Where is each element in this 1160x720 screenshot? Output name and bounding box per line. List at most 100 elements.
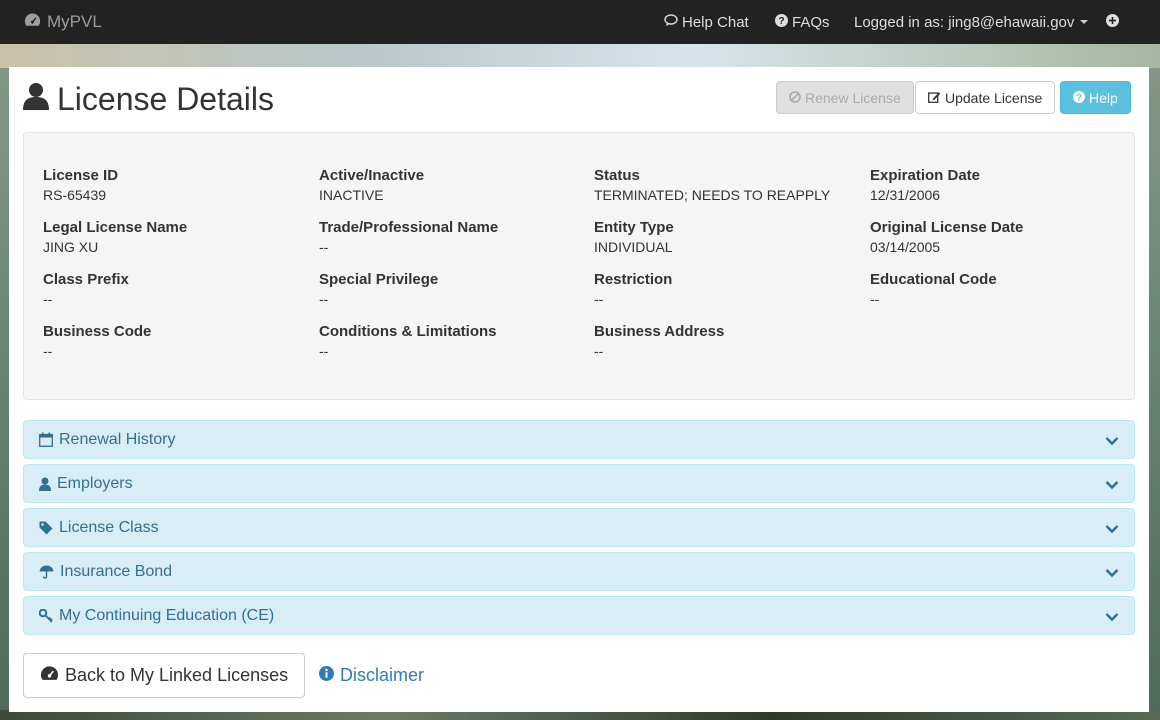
- ban-icon: [789, 90, 805, 106]
- field-original-date: Original License Date 03/14/2005: [870, 219, 1130, 257]
- umbrella-icon: [39, 565, 54, 579]
- field-label: Class Prefix: [43, 271, 129, 288]
- field-label: Active/Inactive: [319, 167, 425, 184]
- back-label: Back to My Linked Licenses: [65, 665, 289, 685]
- field-label: Business Address: [594, 323, 725, 340]
- field-label: Original License Date: [870, 219, 1024, 236]
- field-value: --: [319, 343, 329, 359]
- field-restriction: Restriction --: [594, 271, 854, 309]
- field-label: Trade/Professional Name: [319, 219, 499, 236]
- accordion-label: My Continuing Education (CE): [59, 606, 275, 624]
- renew-license-label: Renew License: [805, 89, 901, 106]
- faqs-label: FAQs: [792, 13, 830, 31]
- field-educational-code: Educational Code --: [870, 271, 1130, 309]
- field-class-prefix: Class Prefix --: [43, 271, 303, 309]
- back-to-linked-licenses-button[interactable]: Back to My Linked Licenses: [23, 653, 306, 698]
- chevron-down-icon: [1105, 433, 1119, 451]
- field-value: --: [870, 291, 880, 307]
- add-button[interactable]: [1106, 0, 1123, 44]
- field-license-id: License ID RS-65439: [43, 167, 303, 205]
- update-license-label: Update License: [945, 89, 1043, 106]
- info-circle-icon: [319, 665, 340, 686]
- accordion-label: Insurance Bond: [60, 562, 173, 580]
- field-value: TERMINATED; NEEDS TO REAPPLY: [594, 187, 831, 203]
- field-entity-type: Entity Type INDIVIDUAL: [594, 219, 854, 257]
- update-license-button[interactable]: Update License: [915, 81, 1056, 114]
- user-icon: [23, 81, 57, 118]
- accordion-license-class[interactable]: License Class: [23, 508, 1135, 547]
- license-details-well: License ID RS-65439 Active/Inactive INAC…: [23, 132, 1135, 400]
- field-label: Educational Code: [870, 271, 997, 288]
- field-value: --: [319, 291, 329, 307]
- edit-icon: [928, 90, 945, 106]
- help-button[interactable]: ? Help: [1060, 81, 1131, 114]
- svg-text:?: ?: [1076, 92, 1082, 103]
- field-label: Status: [594, 167, 640, 184]
- page-title-label: License Details: [57, 81, 274, 117]
- accordion-continuing-education[interactable]: My Continuing Education (CE): [23, 596, 1135, 635]
- accordion-renewal-history[interactable]: Renewal History: [23, 420, 1135, 459]
- field-expiration: Expiration Date 12/31/2006: [870, 167, 1130, 205]
- user-icon: [39, 477, 51, 491]
- chevron-down-icon: [1105, 477, 1119, 495]
- accordion-employers[interactable]: Employers: [23, 464, 1135, 503]
- brand-label: MyPVL: [47, 12, 102, 31]
- caret-down-icon: [1080, 20, 1089, 24]
- accordion-label: License Class: [59, 518, 159, 536]
- question-circle-icon: ?: [775, 13, 792, 31]
- field-value: JING XU: [43, 239, 99, 255]
- account-dropdown[interactable]: Logged in as: jing8@ehawaii.gov: [854, 0, 1089, 44]
- field-label: Conditions & Limitations: [319, 323, 497, 340]
- field-conditions: Conditions & Limitations --: [319, 323, 579, 361]
- chevron-down-icon: [1105, 565, 1119, 583]
- svg-text:?: ?: [778, 16, 784, 27]
- brand-link[interactable]: MyPVL: [24, 0, 102, 44]
- disclaimer-link[interactable]: Disclaimer: [319, 653, 424, 698]
- field-label: Special Privilege: [319, 271, 439, 288]
- faqs-link[interactable]: ? FAQs: [775, 0, 830, 44]
- field-active: Active/Inactive INACTIVE: [319, 167, 579, 205]
- page-title: License Details: [23, 81, 274, 118]
- chevron-down-icon: [1105, 521, 1119, 539]
- field-label: Expiration Date: [870, 167, 981, 184]
- disclaimer-label: Disclaimer: [340, 665, 425, 685]
- field-trade-name: Trade/Professional Name --: [319, 219, 579, 257]
- question-circle-icon: ?: [1073, 90, 1089, 106]
- accordion-label: Employers: [57, 474, 133, 492]
- background-image: [0, 44, 1160, 68]
- help-label: Help: [1089, 89, 1118, 106]
- tag-icon: [39, 521, 53, 535]
- field-special-privilege: Special Privilege --: [319, 271, 579, 309]
- accordion-insurance-bond[interactable]: Insurance Bond: [23, 552, 1135, 591]
- field-value: --: [43, 291, 53, 307]
- field-value: --: [43, 343, 53, 359]
- field-value: 12/31/2006: [870, 187, 941, 203]
- field-business-code: Business Code --: [43, 323, 303, 361]
- field-label: License ID: [43, 167, 119, 184]
- field-value: --: [594, 291, 604, 307]
- field-value: --: [594, 343, 604, 359]
- chat-icon: [664, 13, 682, 31]
- field-label: Legal License Name: [43, 219, 188, 236]
- help-chat-label: Help Chat: [682, 13, 749, 31]
- field-label: Restriction: [594, 271, 673, 288]
- key-icon: [39, 608, 53, 623]
- field-label: Entity Type: [594, 219, 674, 236]
- top-navbar: MyPVL Help Chat ? FAQs Logged in as: jin…: [0, 0, 1160, 44]
- main-panel: License Details Renew License Update Lic…: [9, 67, 1149, 712]
- plus-circle-icon: [1106, 13, 1123, 31]
- renew-license-button[interactable]: Renew License: [776, 81, 914, 114]
- logged-in-label: Logged in as: jing8@ehawaii.gov: [854, 13, 1075, 31]
- help-chat-link[interactable]: Help Chat: [664, 0, 749, 44]
- field-status: Status TERMINATED; NEEDS TO REAPPLY: [594, 167, 854, 205]
- field-value: INDIVIDUAL: [594, 239, 673, 255]
- dashboard-icon: [24, 12, 47, 32]
- dashboard-icon: [40, 665, 65, 686]
- field-value: INACTIVE: [319, 187, 384, 203]
- field-legal-name: Legal License Name JING XU: [43, 219, 303, 257]
- field-value: 03/14/2005: [870, 239, 941, 255]
- field-value: RS-65439: [43, 187, 107, 203]
- chevron-down-icon: [1105, 609, 1119, 627]
- field-business-address: Business Address --: [594, 323, 854, 361]
- calendar-icon: [39, 432, 53, 447]
